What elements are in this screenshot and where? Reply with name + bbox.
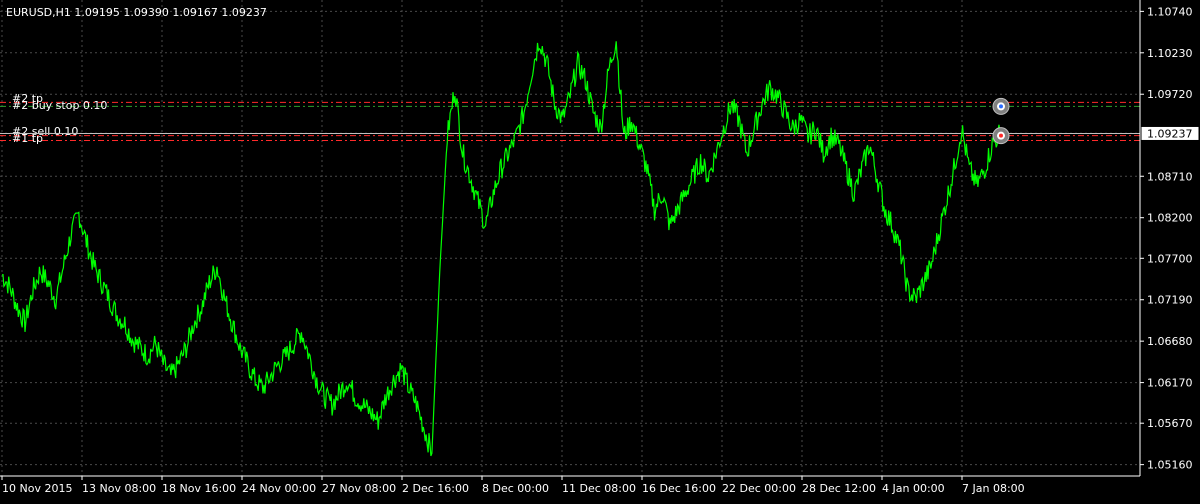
y-tick-label: 1.09720 — [1147, 88, 1193, 101]
y-tick-label: 1.05160 — [1147, 459, 1193, 472]
time-axis: 10 Nov 2015 13 Nov 08:00 18 Nov 16:00 24 No… — [0, 475, 1140, 495]
price-line — [1, 41, 1001, 457]
x-tick-label: 7 Jan 08:00 — [962, 482, 1025, 495]
y-tick-label: 1.10230 — [1147, 47, 1193, 60]
trade-markers[interactable] — [992, 97, 1010, 145]
x-tick-label: 22 Dec 00:00 — [722, 482, 796, 495]
current-price-box: 1.09237 — [1140, 125, 1200, 141]
y-tick-label: 1.06680 — [1147, 335, 1193, 348]
current-price-label: 1.09237 — [1147, 127, 1193, 140]
y-tick-label: 1.08710 — [1147, 170, 1193, 183]
x-tick-label: 27 Nov 08:00 — [322, 482, 396, 495]
price-axis: 1.10740 1.10230 1.09720 1.08710 1.08200 1.077… — [1139, 0, 1193, 476]
y-tick-label: 1.06170 — [1147, 377, 1193, 390]
y-tick-label: 1.10740 — [1147, 5, 1193, 18]
price-chart[interactable]: #2 tp #2 buy stop 0.10 #2 sell 0.10 #1 tp 1… — [0, 0, 1200, 500]
x-tick-label: 28 Dec 12:00 — [802, 482, 876, 495]
order-lines: #2 tp#2 buy stop 0.10#2 sell 0.10#1 tp — [0, 92, 1140, 145]
chart-canvas[interactable]: #2 tp#2 buy stop 0.10#2 sell 0.10#1 tp 1… — [0, 0, 1200, 500]
x-tick-label: 2 Dec 16:00 — [402, 482, 469, 495]
x-tick-label: 13 Nov 08:00 — [82, 482, 156, 495]
y-tick-label: 1.08200 — [1147, 212, 1193, 225]
x-tick-label: 10 Nov 2015 — [2, 482, 72, 495]
x-tick-label: 11 Dec 08:00 — [562, 482, 636, 495]
x-tick-label: 24 Nov 00:00 — [242, 482, 316, 495]
y-tick-label: 1.07190 — [1147, 294, 1193, 307]
x-tick-label: 18 Nov 16:00 — [162, 482, 236, 495]
x-tick-label: 4 Jan 00:00 — [882, 482, 945, 495]
y-tick-label: 1.05670 — [1147, 417, 1193, 430]
y-tick-label: 1.07700 — [1147, 252, 1193, 265]
symbol-info: EURUSD,H1 1.09195 1.09390 1.09167 1.0923… — [6, 6, 267, 19]
order-label: #2 buy stop 0.10 — [12, 99, 107, 112]
marker-dot — [999, 133, 1003, 138]
x-tick-label: 16 Dec 16:00 — [642, 482, 716, 495]
marker-dot — [999, 104, 1003, 109]
x-tick-label: 8 Dec 00:00 — [482, 482, 549, 495]
price-series — [1, 41, 1001, 457]
grid — [0, 0, 1140, 476]
